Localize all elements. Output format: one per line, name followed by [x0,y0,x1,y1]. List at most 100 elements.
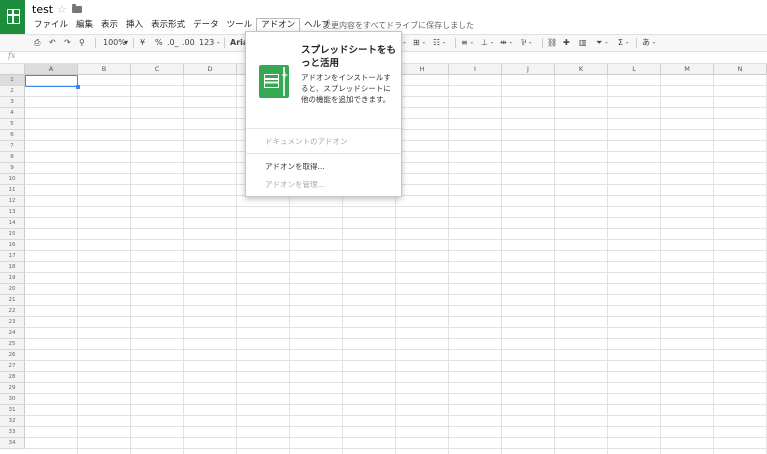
addons-dropdown: スプレッドシートをもっと活用 + アドオンをインストールすると、スプレッドシート… [245,31,402,197]
currency-button[interactable]: ¥ [140,37,145,49]
toolbar-divider [542,38,543,48]
get-addons-item[interactable]: アドオンを取得... [265,161,325,172]
align-vertical-icon[interactable]: ⊥ - [481,37,493,49]
sheets-icon [7,9,20,24]
column-header-k[interactable]: K [555,64,608,75]
percent-button[interactable]: % [155,37,163,49]
align-horizontal-icon[interactable]: ≡ - [461,37,473,49]
row-header-33[interactable]: 33 [0,427,25,438]
addons-promo-title: スプレッドシートをもっと活用 [301,45,397,69]
row-header-5[interactable]: 5 [0,119,25,130]
row-header-6[interactable]: 6 [0,130,25,141]
link-icon[interactable]: ⛓ [547,37,557,49]
zoom-select[interactable]: 100% [103,37,126,49]
menu-addons[interactable]: アドオン [256,18,301,32]
save-status: 変更内容をすべてドライブに保存しました [323,21,475,30]
row-header-17[interactable]: 17 [0,251,25,262]
menu-edit[interactable]: 編集 [72,18,97,32]
row-header-26[interactable]: 26 [0,350,25,361]
row-header-3[interactable]: 3 [0,97,25,108]
row-header-12[interactable]: 12 [0,196,25,207]
row-header-19[interactable]: 19 [0,273,25,284]
row-header-1[interactable]: 1 [0,75,25,86]
increase-decimal-button[interactable]: .00 [182,37,195,49]
row-header-15[interactable]: 15 [0,229,25,240]
row-header-29[interactable]: 29 [0,383,25,394]
menu-divider [246,128,401,129]
column-header-m[interactable]: M [661,64,714,75]
column-header-h[interactable]: H [396,64,449,75]
column-header-i[interactable]: I [449,64,502,75]
toolbar-divider [455,38,456,48]
row-header-32[interactable]: 32 [0,416,25,427]
toolbar-divider [636,38,637,48]
menu-view[interactable]: 表示 [97,18,122,32]
star-icon[interactable]: ☆ [57,3,67,16]
undo-icon[interactable]: ↶ [49,37,56,49]
chart-icon[interactable]: ▥ [579,37,587,49]
column-header-d[interactable]: D [184,64,237,75]
manage-addons-item: アドオンを管理... [265,180,325,189]
row-header-34[interactable]: 34 [0,438,25,449]
sheets-logo[interactable] [0,0,25,34]
toolbar-divider [95,38,96,48]
row-header-23[interactable]: 23 [0,317,25,328]
borders-icon[interactable]: ⊞ - [413,37,425,49]
text-rotate-icon[interactable]: ⅌ - [521,37,532,49]
comment-icon[interactable]: ✚ [563,37,570,49]
number-format-button[interactable]: 123 - [199,37,220,49]
row-header-9[interactable]: 9 [0,163,25,174]
row-header-8[interactable]: 8 [0,152,25,163]
row-header-20[interactable]: 20 [0,284,25,295]
row-header-4[interactable]: 4 [0,108,25,119]
column-header-n[interactable]: N [714,64,767,75]
zoom-chevron-icon: ▾ [124,38,129,47]
row-header-16[interactable]: 16 [0,240,25,251]
text-wrap-icon[interactable]: ⇹ - [500,37,512,49]
column-header-b[interactable]: B [78,64,131,75]
menu-bar: ファイル 編集 表示 挿入 表示形式 データ ツール アドオン ヘルプ [30,18,334,32]
decrease-decimal-button[interactable]: .0_ [167,37,179,49]
row-header-11[interactable]: 11 [0,185,25,196]
column-header-a[interactable]: A [25,64,78,75]
functions-button[interactable]: Σ - [618,37,628,49]
row-header-21[interactable]: 21 [0,295,25,306]
redo-icon[interactable]: ↷ [64,37,71,49]
select-all-corner[interactable] [0,64,25,75]
row-header-2[interactable]: 2 [0,86,25,97]
paint-format-icon[interactable]: ⚲ [79,37,85,49]
column-header-c[interactable]: C [131,64,184,75]
row-header-24[interactable]: 24 [0,328,25,339]
column-header-j[interactable]: J [502,64,555,75]
menu-format[interactable]: 表示形式 [147,18,189,32]
active-cell-a1[interactable] [25,75,80,89]
menu-insert[interactable]: 挿入 [122,18,147,32]
row-header-14[interactable]: 14 [0,218,25,229]
menu-data[interactable]: データ [189,18,223,32]
folder-icon[interactable] [72,4,82,13]
toolbar-divider [133,38,134,48]
row-header-25[interactable]: 25 [0,339,25,350]
row-header-30[interactable]: 30 [0,394,25,405]
toolbar-chevron-icon: - [403,38,406,47]
fx-label: fx [8,51,16,60]
menu-file[interactable]: ファイル [30,18,72,32]
menu-tools[interactable]: ツール [223,18,257,32]
row-header-13[interactable]: 13 [0,207,25,218]
toolbar-divider [224,38,225,48]
row-header-27[interactable]: 27 [0,361,25,372]
row-header-22[interactable]: 22 [0,306,25,317]
document-addons-label: ドキュメントのアドオン [265,137,348,146]
row-header-28[interactable]: 28 [0,372,25,383]
row-header-18[interactable]: 18 [0,262,25,273]
document-title[interactable]: test [32,3,53,16]
print-icon[interactable]: ⎙ [34,37,40,49]
row-header-7[interactable]: 7 [0,141,25,152]
row-header-31[interactable]: 31 [0,405,25,416]
merge-cells-icon[interactable]: ☷ - [433,37,446,49]
addons-promo-text: アドオンをインストールすると、スプレッドシートに他の機能を追加できます。 [301,73,391,104]
column-header-l[interactable]: L [608,64,661,75]
row-header-10[interactable]: 10 [0,174,25,185]
filter-icon[interactable]: ⏷ - [596,37,608,49]
input-tools-button[interactable]: あ - [642,37,655,49]
